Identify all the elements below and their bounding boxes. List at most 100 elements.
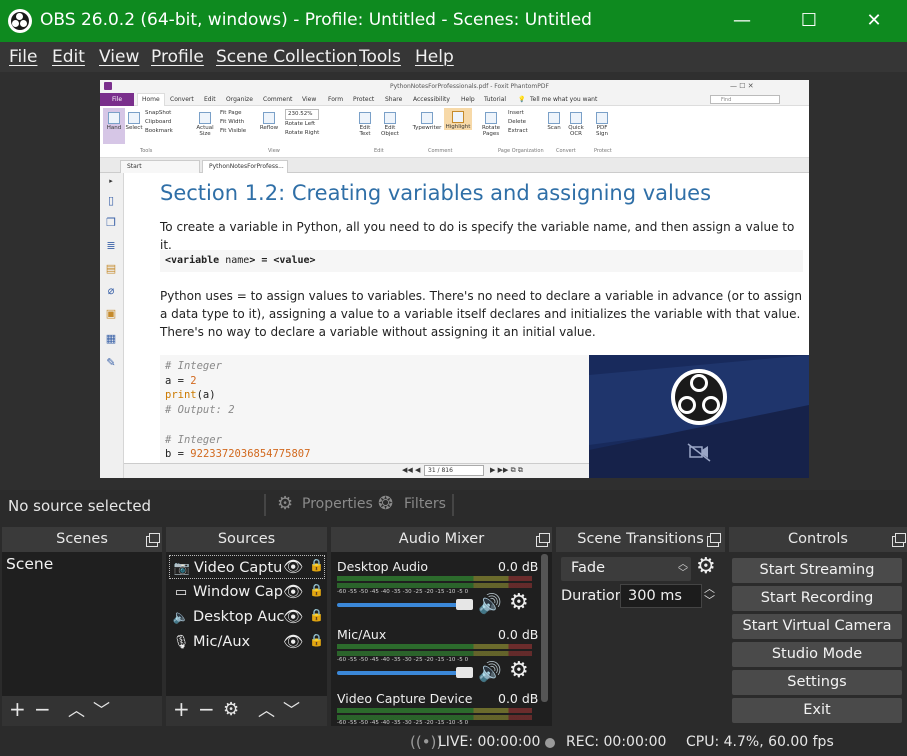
eye-icon[interactable]: 👁	[283, 607, 303, 626]
title-bar[interactable]: OBS 26.0.2 (64-bit, windows) - Profile: …	[0, 0, 907, 42]
remove-scene-button[interactable]: −	[34, 699, 51, 719]
lock-icon[interactable]: 🔒	[309, 583, 324, 597]
menu-edit[interactable]: Edit	[52, 47, 85, 67]
gear-icon[interactable]: ⚙	[696, 554, 716, 579]
doc-code-syntax: <variable name> = <value>	[160, 250, 803, 272]
no-source-label: No source selected	[8, 497, 152, 515]
eye-icon[interactable]: 👁	[283, 557, 303, 576]
preview-canvas[interactable]: PythonNotesForProfessionals.pdf - Foxit …	[100, 80, 809, 478]
volume-slider[interactable]	[337, 667, 473, 678]
live-timer: LIVE: 00:00:00	[438, 734, 541, 750]
maximize-button[interactable]: ☐	[786, 0, 832, 42]
exit-button[interactable]: Exit	[732, 698, 902, 723]
lock-icon[interactable]: 🔒	[309, 558, 324, 572]
cpu-fps: CPU: 4.7%, 60.00 fps	[686, 734, 834, 750]
menu-help[interactable]: Help	[415, 47, 454, 67]
foxit-actual-size: Actual Size	[194, 112, 216, 137]
doc-heading: Section 1.2: Creating variables and assi…	[160, 181, 712, 205]
foxit-group-label: Page Organization	[498, 148, 544, 154]
volume-slider[interactable]	[337, 599, 473, 610]
camera-icon: 📷	[173, 561, 191, 576]
expand-arrow-icon: ▸	[109, 177, 113, 185]
studio-mode-button[interactable]: Studio Mode	[732, 642, 902, 667]
page-nav-next-icon: ▶ ▶▶ ⧉ ⧉	[490, 466, 523, 474]
move-scene-down-button[interactable]: ﹀	[93, 701, 110, 721]
foxit-tab: Accessibility	[413, 96, 450, 103]
duration-stepper-icon[interactable]: ︿ ﹀	[704, 583, 715, 607]
menu-file[interactable]: File	[9, 47, 37, 67]
transition-select[interactable]: Fade ︿ ﹀	[561, 557, 691, 581]
window-icon: ▭	[174, 585, 188, 600]
foxit-edit-object: Edit Object	[376, 112, 404, 137]
gear-icon[interactable]: ⚙	[509, 590, 529, 615]
source-toolbar: No source selected ⚙ Properties ❂ Filter…	[0, 490, 907, 522]
start-virtual-camera-button[interactable]: Start Virtual Camera	[732, 614, 902, 639]
scene-item[interactable]: Scene	[6, 555, 53, 573]
bookmark-panel-icon: ▯	[107, 194, 115, 207]
undock-icon[interactable]	[536, 533, 550, 547]
filters-icon: ❂	[378, 493, 394, 514]
settings-button[interactable]: Settings	[732, 670, 902, 695]
eye-icon[interactable]: 👁	[283, 582, 303, 601]
close-button[interactable]: ✕	[851, 0, 897, 42]
filters-button[interactable]: Filters	[404, 496, 446, 512]
move-source-up-button[interactable]: ︿	[258, 701, 275, 721]
select-arrows-icon: ︿ ﹀	[678, 559, 688, 579]
move-source-down-button[interactable]: ﹀	[283, 701, 300, 721]
move-scene-up-button[interactable]: ︿	[68, 701, 85, 721]
duration-value: 300 ms	[628, 588, 682, 604]
undock-icon[interactable]	[146, 533, 160, 547]
audio-mixer-dock: Audio Mixer Desktop Audio 0.0 dB -60 -55…	[331, 527, 552, 726]
controls-dock: Controls	[729, 527, 907, 552]
foxit-tab: Convert	[170, 96, 194, 103]
sources-list[interactable]: 📷 Video Captu ▭ Window Cap 🔈 Desktop Auc 🎙 M…	[166, 552, 327, 696]
video-capture-preview	[589, 355, 809, 478]
mixer-scrollbar[interactable]	[541, 554, 548, 702]
source-properties-gear-icon[interactable]: ⚙	[223, 700, 239, 720]
duration-input[interactable]: 300 ms	[620, 584, 702, 608]
speaker-mute-icon[interactable]: 🔊	[478, 660, 502, 683]
minimize-button[interactable]: —	[719, 0, 765, 42]
foxit-group-label: Comment	[428, 148, 453, 154]
add-scene-button[interactable]: +	[9, 699, 26, 719]
add-source-button[interactable]: +	[173, 699, 190, 719]
foxit-page-group: Insert Delete Extract	[508, 110, 528, 134]
lightbulb-icon: 💡	[518, 96, 526, 103]
foxit-rotate-pages: Rotate Pages	[478, 112, 504, 137]
lock-icon[interactable]: 🔒	[309, 633, 324, 647]
foxit-tab: Protect	[353, 96, 375, 103]
meter-scale: -60 -55 -50 -45 -40 -35 -30 -25 -20 -15 …	[337, 589, 469, 595]
menu-tools[interactable]: Tools	[359, 47, 401, 67]
speaker-mute-icon[interactable]: 🔊	[478, 592, 502, 615]
start-recording-button[interactable]: Start Recording	[732, 586, 902, 611]
menu-scene-collection[interactable]: Scene Collection	[216, 47, 357, 67]
foxit-tab: Help	[461, 96, 475, 103]
foxit-quick-ocr: Quick OCR	[565, 112, 587, 137]
volume-meter	[337, 644, 532, 649]
start-streaming-button[interactable]: Start Streaming	[732, 558, 902, 583]
foxit-ribbon: Hand Select SnapShot Clipboard Bookmark Ac…	[100, 106, 809, 158]
foxit-find-box: Find	[710, 95, 780, 104]
volume-meter	[337, 651, 532, 656]
remove-source-button[interactable]: −	[198, 699, 215, 719]
undock-icon[interactable]	[707, 533, 721, 547]
properties-button[interactable]: Properties	[302, 496, 373, 512]
menu-view[interactable]: View	[99, 47, 139, 67]
foxit-clip-group: SnapShot Clipboard Bookmark	[145, 110, 173, 134]
undock-icon[interactable]	[892, 533, 906, 547]
mixer-channel-db: 0.0 dB	[498, 627, 539, 642]
scene-transitions-dock: Scene Transitions Fade ︿ ﹀ ⚙ Duration 300…	[556, 527, 725, 726]
duration-label: Duration	[561, 588, 624, 604]
menu-profile[interactable]: Profile	[151, 47, 204, 67]
foxit-group-label: Convert	[556, 148, 576, 154]
toolbar-separator	[452, 494, 454, 516]
scenes-list[interactable]: Scene	[2, 552, 162, 696]
scenes-title: Scenes	[2, 527, 162, 552]
eye-icon[interactable]: 👁	[283, 632, 303, 651]
rec-dot-icon	[545, 738, 555, 748]
meter-scale: -60 -55 -50 -45 -40 -35 -30 -25 -20 -15 …	[337, 720, 469, 726]
gear-icon[interactable]: ⚙	[509, 658, 529, 683]
foxit-reflow: Reflow	[258, 112, 280, 131]
window-title: OBS 26.0.2 (64-bit, windows) - Profile: …	[40, 10, 592, 30]
lock-icon[interactable]: 🔒	[309, 608, 324, 622]
